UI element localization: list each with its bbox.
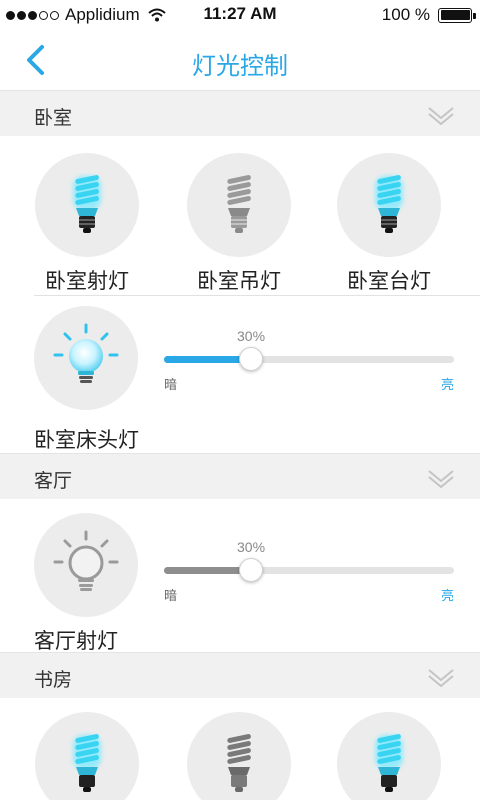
battery-icon	[438, 7, 476, 23]
light-tile-bedroom-desk[interactable]: 卧室台灯	[314, 153, 464, 295]
slider-track[interactable]	[164, 558, 454, 582]
light-toggle[interactable]	[34, 306, 138, 410]
slider-max-label: 亮	[440, 377, 454, 392]
light-tile-bedroom-pendant[interactable]: 卧室吊灯	[164, 153, 314, 295]
nav-bar: 灯光控制	[0, 30, 480, 90]
divider	[34, 295, 480, 296]
round-bulb-off-icon	[53, 530, 119, 591]
light-label: 卧室吊灯	[197, 270, 281, 293]
cfl-bulb-on-icon	[73, 734, 101, 792]
round-bulb-on-icon	[53, 323, 119, 383]
slider-knob[interactable]	[239, 558, 263, 582]
section-header-study[interactable]: 书房	[0, 652, 480, 698]
light-label: 卧室床头灯	[34, 429, 139, 452]
cfl-bulb-on-icon	[375, 734, 403, 792]
light-tile-bedroom-spot[interactable]: 卧室射灯	[12, 153, 162, 295]
slider-min-label: 暗	[164, 377, 178, 392]
page-title: 灯光控制	[192, 53, 288, 80]
status-bar: Applidium 11:27 AM 100 %	[0, 0, 480, 30]
section-label: 卧室	[34, 108, 73, 129]
dimmer-row-living-room-spot: 客厅射灯 30% 暗 亮	[34, 513, 480, 663]
collapse-chevron-icon[interactable]	[426, 103, 456, 127]
section-label: 书房	[34, 670, 73, 691]
slider-fill	[164, 356, 251, 363]
section-header-bedroom[interactable]: 卧室	[0, 90, 480, 136]
light-toggle[interactable]	[187, 153, 291, 257]
light-toggle[interactable]	[34, 513, 138, 617]
brightness-percent: 30%	[237, 539, 266, 555]
light-tile-study-1[interactable]	[12, 712, 162, 800]
cfl-bulb-off-icon	[227, 734, 251, 792]
battery-percent: 100 %	[381, 5, 430, 24]
light-toggle[interactable]	[187, 712, 291, 800]
light-tile-study-3[interactable]	[314, 712, 464, 800]
light-label: 卧室射灯	[45, 270, 129, 293]
light-toggle[interactable]	[35, 712, 139, 800]
status-right: 100 %	[381, 5, 476, 25]
light-label: 客厅射灯	[34, 630, 118, 653]
collapse-chevron-icon[interactable]	[426, 466, 456, 490]
slider-min-label: 暗	[164, 588, 178, 603]
cfl-bulb-on-icon	[375, 175, 403, 233]
slider-fill	[164, 567, 251, 574]
cfl-bulb-on-icon	[73, 175, 101, 233]
slider-track[interactable]	[164, 347, 454, 371]
cfl-bulb-off-icon	[227, 175, 251, 233]
light-tile-study-2[interactable]	[164, 712, 314, 800]
brightness-percent: 30%	[237, 328, 266, 344]
dimmer-row-bedroom-bedside: 卧室床头灯 30% 暗 亮	[34, 306, 480, 456]
light-label: 卧室台灯	[347, 270, 431, 293]
light-toggle[interactable]	[337, 153, 441, 257]
collapse-chevron-icon[interactable]	[426, 665, 456, 689]
light-toggle[interactable]	[35, 153, 139, 257]
section-label: 客厅	[34, 471, 73, 492]
slider-max-label: 亮	[440, 588, 454, 603]
section-header-living-room[interactable]: 客厅	[0, 453, 480, 499]
light-toggle[interactable]	[337, 712, 441, 800]
slider-knob[interactable]	[239, 347, 263, 371]
